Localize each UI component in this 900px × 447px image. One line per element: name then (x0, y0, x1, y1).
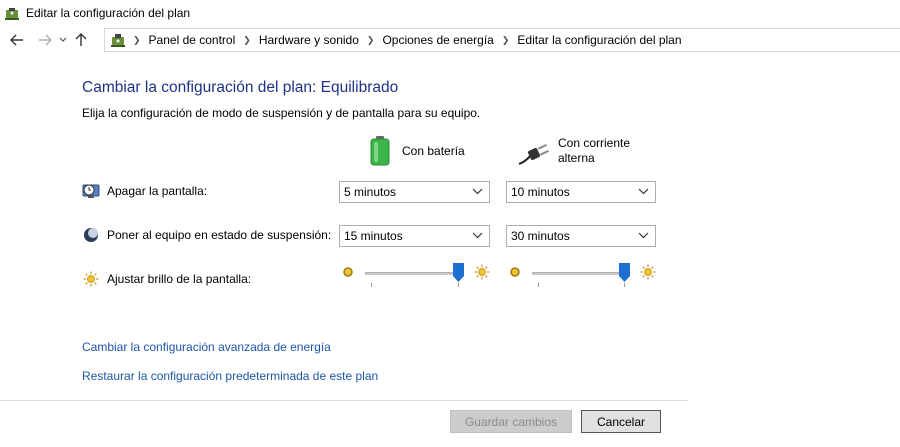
brightness-ac-slider[interactable] (507, 263, 659, 287)
breadcrumb-power-options[interactable]: Opciones de energía (382, 33, 493, 47)
control-panel-icon (111, 34, 125, 47)
power-plug-icon (518, 143, 549, 165)
bright-sun-icon (474, 264, 490, 280)
sleep-ac-select[interactable]: 30 minutos (506, 225, 656, 247)
breadcrumb-control-panel[interactable]: Panel de control (149, 33, 236, 47)
page-description: Elija la configuración de modo de suspen… (82, 106, 481, 120)
sun-icon (82, 270, 100, 288)
power-options-icon (5, 8, 19, 20)
breadcrumb-separator-icon: ❯ (133, 34, 141, 45)
ac-column-header: Con corriente alterna (518, 136, 630, 166)
battery-column-header: Con batería (370, 136, 465, 166)
brightness-row-label: Ajustar brillo de la pantalla: (82, 270, 251, 288)
sleep-label: Poner al equipo en estado de suspensión: (107, 228, 332, 242)
navigation-bar: ❯ Panel de control ❯ Hardware y sonido ❯… (0, 28, 900, 52)
monitor-clock-icon (82, 182, 100, 200)
moon-icon (82, 226, 100, 244)
restore-defaults-link[interactable]: Restaurar la configuración predeterminad… (82, 369, 378, 383)
brightness-battery-slider[interactable] (340, 263, 492, 287)
recent-locations-chevron-icon[interactable] (56, 29, 70, 51)
dim-sun-icon (510, 267, 520, 277)
display-off-row-label: Apagar la pantalla: (82, 182, 207, 200)
display-off-ac-select[interactable]: 10 minutos (506, 181, 656, 203)
advanced-settings-link[interactable]: Cambiar la configuración avanzada de ene… (82, 340, 331, 354)
bright-sun-icon (640, 264, 656, 280)
slider-track (365, 272, 461, 275)
slider-thumb[interactable] (619, 263, 630, 282)
slider-tick (624, 283, 625, 287)
slider-tick (371, 283, 372, 287)
slider-tick (458, 283, 459, 287)
address-bar[interactable]: ❯ Panel de control ❯ Hardware y sonido ❯… (104, 28, 900, 52)
brightness-label: Ajustar brillo de la pantalla: (107, 272, 252, 286)
display-off-label: Apagar la pantalla: (107, 184, 208, 198)
save-changes-button[interactable]: Guardar cambios (450, 410, 572, 433)
cancel-button[interactable]: Cancelar (581, 410, 661, 433)
chevron-down-icon (472, 188, 483, 195)
sleep-battery-select[interactable]: 15 minutos (339, 225, 490, 247)
chevron-down-icon (638, 232, 649, 239)
window-title: Editar la configuración del plan (26, 6, 191, 20)
ac-column-label-line2: alterna (558, 151, 595, 165)
display-off-battery-value: 5 minutos (344, 185, 397, 199)
breadcrumb-hardware-sound[interactable]: Hardware y sonido (259, 33, 359, 47)
battery-column-label: Con batería (402, 143, 465, 158)
display-off-battery-select[interactable]: 5 minutos (339, 181, 490, 203)
display-off-ac-value: 10 minutos (511, 185, 570, 199)
sleep-battery-value: 15 minutos (344, 229, 403, 243)
slider-tick (538, 283, 539, 287)
sleep-row-label: Poner al equipo en estado de suspensión: (82, 226, 331, 244)
title-bar: Editar la configuración del plan (0, 0, 900, 26)
breadcrumb-separator-icon: ❯ (366, 34, 375, 45)
up-arrow-icon[interactable] (70, 29, 92, 51)
sleep-ac-value: 30 minutos (511, 229, 570, 243)
footer-divider (0, 400, 688, 401)
chevron-down-icon (638, 188, 649, 195)
forward-arrow-icon[interactable] (34, 29, 56, 51)
slider-track (532, 272, 628, 275)
breadcrumb-separator-icon: ❯ (501, 34, 510, 45)
breadcrumb-separator-icon: ❯ (243, 34, 251, 45)
back-arrow-icon[interactable] (6, 29, 28, 51)
chevron-down-icon (472, 232, 483, 239)
battery-icon (370, 136, 390, 166)
breadcrumb-edit-plan[interactable]: Editar la configuración del plan (517, 33, 681, 47)
page-title: Cambiar la configuración del plan: Equil… (82, 79, 399, 96)
slider-thumb[interactable] (453, 263, 464, 282)
ac-column-label-line1: Con corriente (558, 136, 631, 150)
dim-sun-icon (343, 267, 353, 277)
